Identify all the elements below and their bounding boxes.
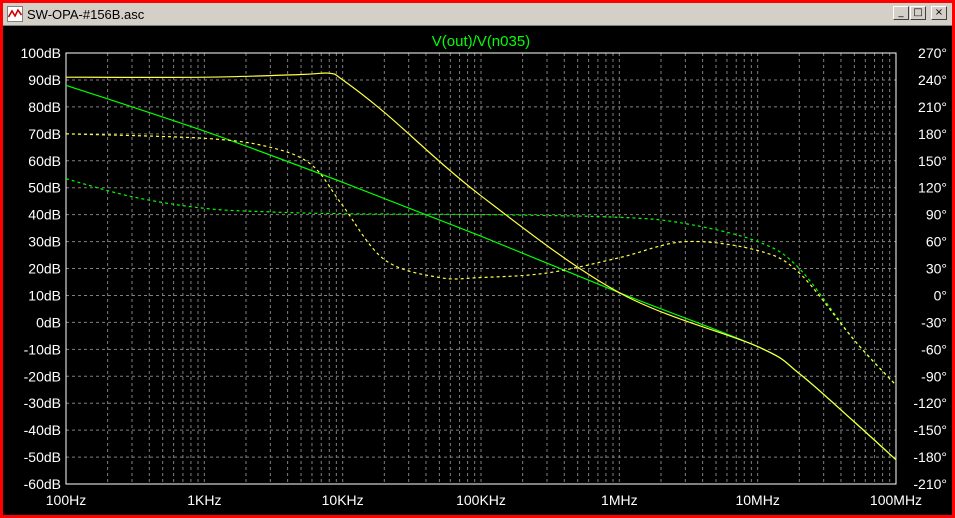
- x-tick-label: 10KHz: [322, 492, 364, 508]
- right-tick-label: 30°: [926, 261, 947, 277]
- x-tick-label: 10MHz: [735, 492, 779, 508]
- right-tick-label: 180°: [918, 126, 947, 142]
- window-title: SW-OPA-#156B.asc: [27, 7, 145, 22]
- right-tick-label: 210°: [918, 99, 947, 115]
- left-tick-label: -40dB: [24, 422, 61, 438]
- left-tick-label: 80dB: [28, 99, 61, 115]
- right-tick-label: 240°: [918, 72, 947, 88]
- left-tick-label: 100dB: [21, 45, 61, 61]
- right-axis-phase[interactable]: 270° 240° 210° 180° 150° 120° 90° 60° 30° 0° -30° -…: [913, 45, 947, 492]
- x-tick-label: 100Hz: [46, 492, 86, 508]
- right-tick-label: -180°: [913, 449, 947, 465]
- waveform-icon: [7, 6, 23, 22]
- right-tick-label: 0°: [934, 287, 947, 303]
- left-tick-label: 10dB: [28, 287, 61, 303]
- left-tick-label: -30dB: [24, 395, 61, 411]
- right-tick-label: 150°: [918, 153, 947, 169]
- maximize-button[interactable]: □: [910, 6, 926, 20]
- left-tick-label: 20dB: [28, 261, 61, 277]
- right-tick-label: 270°: [918, 45, 947, 61]
- left-tick-label: 70dB: [28, 126, 61, 142]
- right-tick-label: -60°: [921, 341, 947, 357]
- left-tick-label: -60dB: [24, 476, 61, 492]
- left-axis-magnitude[interactable]: 100dB 90dB 80dB 70dB 60dB 50dB 40dB 30dB 20dB 10d…: [21, 45, 61, 492]
- trace-title[interactable]: V(out)/V(n035): [432, 33, 530, 50]
- right-tick-label: 120°: [918, 180, 947, 196]
- bode-plot[interactable]: V(out)/V(n035) 100dB 90dB 80dB 70dB 60dB 50dB…: [3, 26, 952, 515]
- right-tick-label: -150°: [913, 422, 947, 438]
- close-button[interactable]: ×: [931, 6, 947, 20]
- left-tick-label: 50dB: [28, 180, 61, 196]
- left-tick-label: -20dB: [24, 368, 61, 384]
- left-tick-label: -50dB: [24, 449, 61, 465]
- right-tick-label: -30°: [921, 314, 947, 330]
- minimize-button[interactable]: _: [893, 6, 909, 20]
- x-tick-label: 100MHz: [870, 492, 922, 508]
- left-tick-label: 0dB: [36, 314, 61, 330]
- right-tick-label: 60°: [926, 234, 947, 250]
- title-bar[interactable]: SW-OPA-#156B.asc _ □ ×: [3, 3, 952, 26]
- plot-grid: [66, 53, 896, 484]
- x-tick-label: 1KHz: [187, 492, 221, 508]
- x-tick-label: 1MHz: [601, 492, 638, 508]
- right-tick-label: -120°: [913, 395, 947, 411]
- app-window: SW-OPA-#156B.asc _ □ × V(out)/V(n035) 10…: [0, 0, 955, 518]
- x-axis-frequency[interactable]: 100Hz 1KHz 10KHz 100KHz 1MHz 10MHz 100MHz: [46, 492, 922, 508]
- right-tick-label: -210°: [913, 476, 947, 492]
- left-tick-label: 40dB: [28, 207, 61, 223]
- left-tick-label: 90dB: [28, 72, 61, 88]
- left-tick-label: 60dB: [28, 153, 61, 169]
- right-tick-label: 90°: [926, 207, 947, 223]
- right-tick-label: -90°: [921, 368, 947, 384]
- left-tick-label: 30dB: [28, 234, 61, 250]
- left-tick-label: -10dB: [24, 341, 61, 357]
- x-tick-label: 100KHz: [456, 492, 506, 508]
